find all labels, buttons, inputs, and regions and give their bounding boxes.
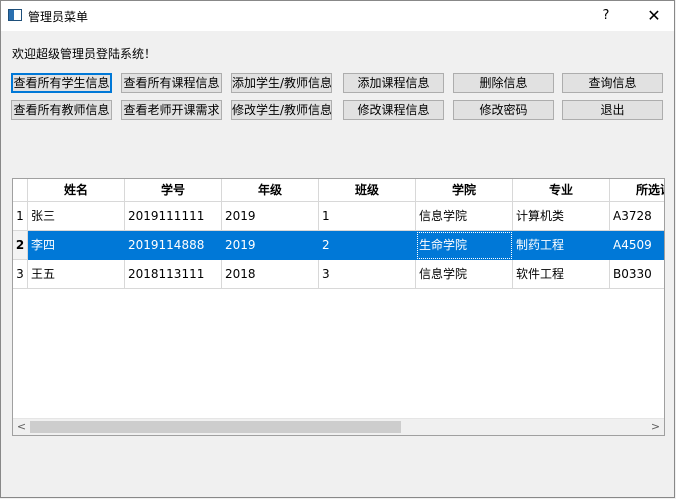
table-cell[interactable]: 2019	[222, 202, 319, 231]
table-cell[interactable]: 2018113111	[125, 260, 222, 289]
window-title: 管理员菜单	[28, 10, 89, 24]
add-student-teacher-button[interactable]: 添加学生/教师信息	[231, 73, 332, 93]
horizontal-scrollbar[interactable]: < >	[13, 418, 664, 435]
row-header[interactable]: 3	[13, 260, 28, 289]
table-cell[interactable]: 3	[319, 260, 416, 289]
table-cell[interactable]: 2	[319, 231, 416, 260]
view-all-students-button[interactable]: 查看所有学生信息	[11, 73, 112, 93]
table-cell[interactable]: A4509	[610, 231, 664, 260]
column-header-college[interactable]: 学院	[416, 179, 513, 202]
scroll-right-arrow-icon[interactable]: >	[647, 419, 664, 435]
column-header-class[interactable]: 班级	[319, 179, 416, 202]
edit-student-teacher-button[interactable]: 修改学生/教师信息	[231, 100, 332, 120]
welcome-message: 欢迎超级管理员登陆系统！	[12, 47, 157, 61]
add-course-button[interactable]: 添加课程信息	[343, 73, 444, 93]
info-table[interactable]: 姓名 学号 年级 班级 学院 专业 所选课 1 张三 2019111111 20…	[12, 178, 665, 436]
table-cell[interactable]: A3728	[610, 202, 664, 231]
scroll-left-arrow-icon[interactable]: <	[13, 419, 30, 435]
table-cell[interactable]: 1	[319, 202, 416, 231]
view-course-requests-button[interactable]: 查看老师开课需求	[121, 100, 222, 120]
table-cell[interactable]: 信息学院	[416, 202, 513, 231]
table-corner[interactable]	[13, 179, 28, 202]
table-cell[interactable]: 生命学院	[416, 231, 513, 260]
column-header-name[interactable]: 姓名	[28, 179, 125, 202]
table-cell[interactable]: 2019111111	[125, 202, 222, 231]
column-header-grade[interactable]: 年级	[222, 179, 319, 202]
title-bar: 管理员菜单 ? ✕	[1, 1, 674, 31]
table-cell[interactable]: 李四	[28, 231, 125, 260]
table-cell[interactable]: B0330	[610, 260, 664, 289]
column-header-student-id[interactable]: 学号	[125, 179, 222, 202]
scrollbar-thumb[interactable]	[30, 421, 401, 433]
table-cell[interactable]: 张三	[28, 202, 125, 231]
table-cell[interactable]: 王五	[28, 260, 125, 289]
table-cell[interactable]: 计算机类	[513, 202, 610, 231]
column-header-major[interactable]: 专业	[513, 179, 610, 202]
column-header-course[interactable]: 所选课	[610, 179, 664, 202]
exit-button[interactable]: 退出	[562, 100, 663, 120]
change-password-button[interactable]: 修改密码	[453, 100, 554, 120]
table-cell[interactable]: 制药工程	[513, 231, 610, 260]
table-cell[interactable]: 信息学院	[416, 260, 513, 289]
admin-menu-window: 管理员菜单 ? ✕ 欢迎超级管理员登陆系统！ 查看所有学生信息 查看所有课程信息…	[0, 0, 675, 498]
help-button[interactable]: ?	[591, 6, 621, 26]
edit-course-button[interactable]: 修改课程信息	[343, 100, 444, 120]
table-cell[interactable]: 2018	[222, 260, 319, 289]
table-cell[interactable]: 软件工程	[513, 260, 610, 289]
view-all-courses-button[interactable]: 查看所有课程信息	[121, 73, 222, 93]
table-cell[interactable]: 2019	[222, 231, 319, 260]
app-window-icon	[8, 9, 22, 21]
row-header[interactable]: 1	[13, 202, 28, 231]
row-header[interactable]: 2	[13, 231, 28, 260]
query-info-button[interactable]: 查询信息	[562, 73, 663, 93]
table-cell[interactable]: 2019114888	[125, 231, 222, 260]
close-button[interactable]: ✕	[639, 6, 669, 26]
view-all-teachers-button[interactable]: 查看所有教师信息	[11, 100, 112, 120]
delete-info-button[interactable]: 删除信息	[453, 73, 554, 93]
